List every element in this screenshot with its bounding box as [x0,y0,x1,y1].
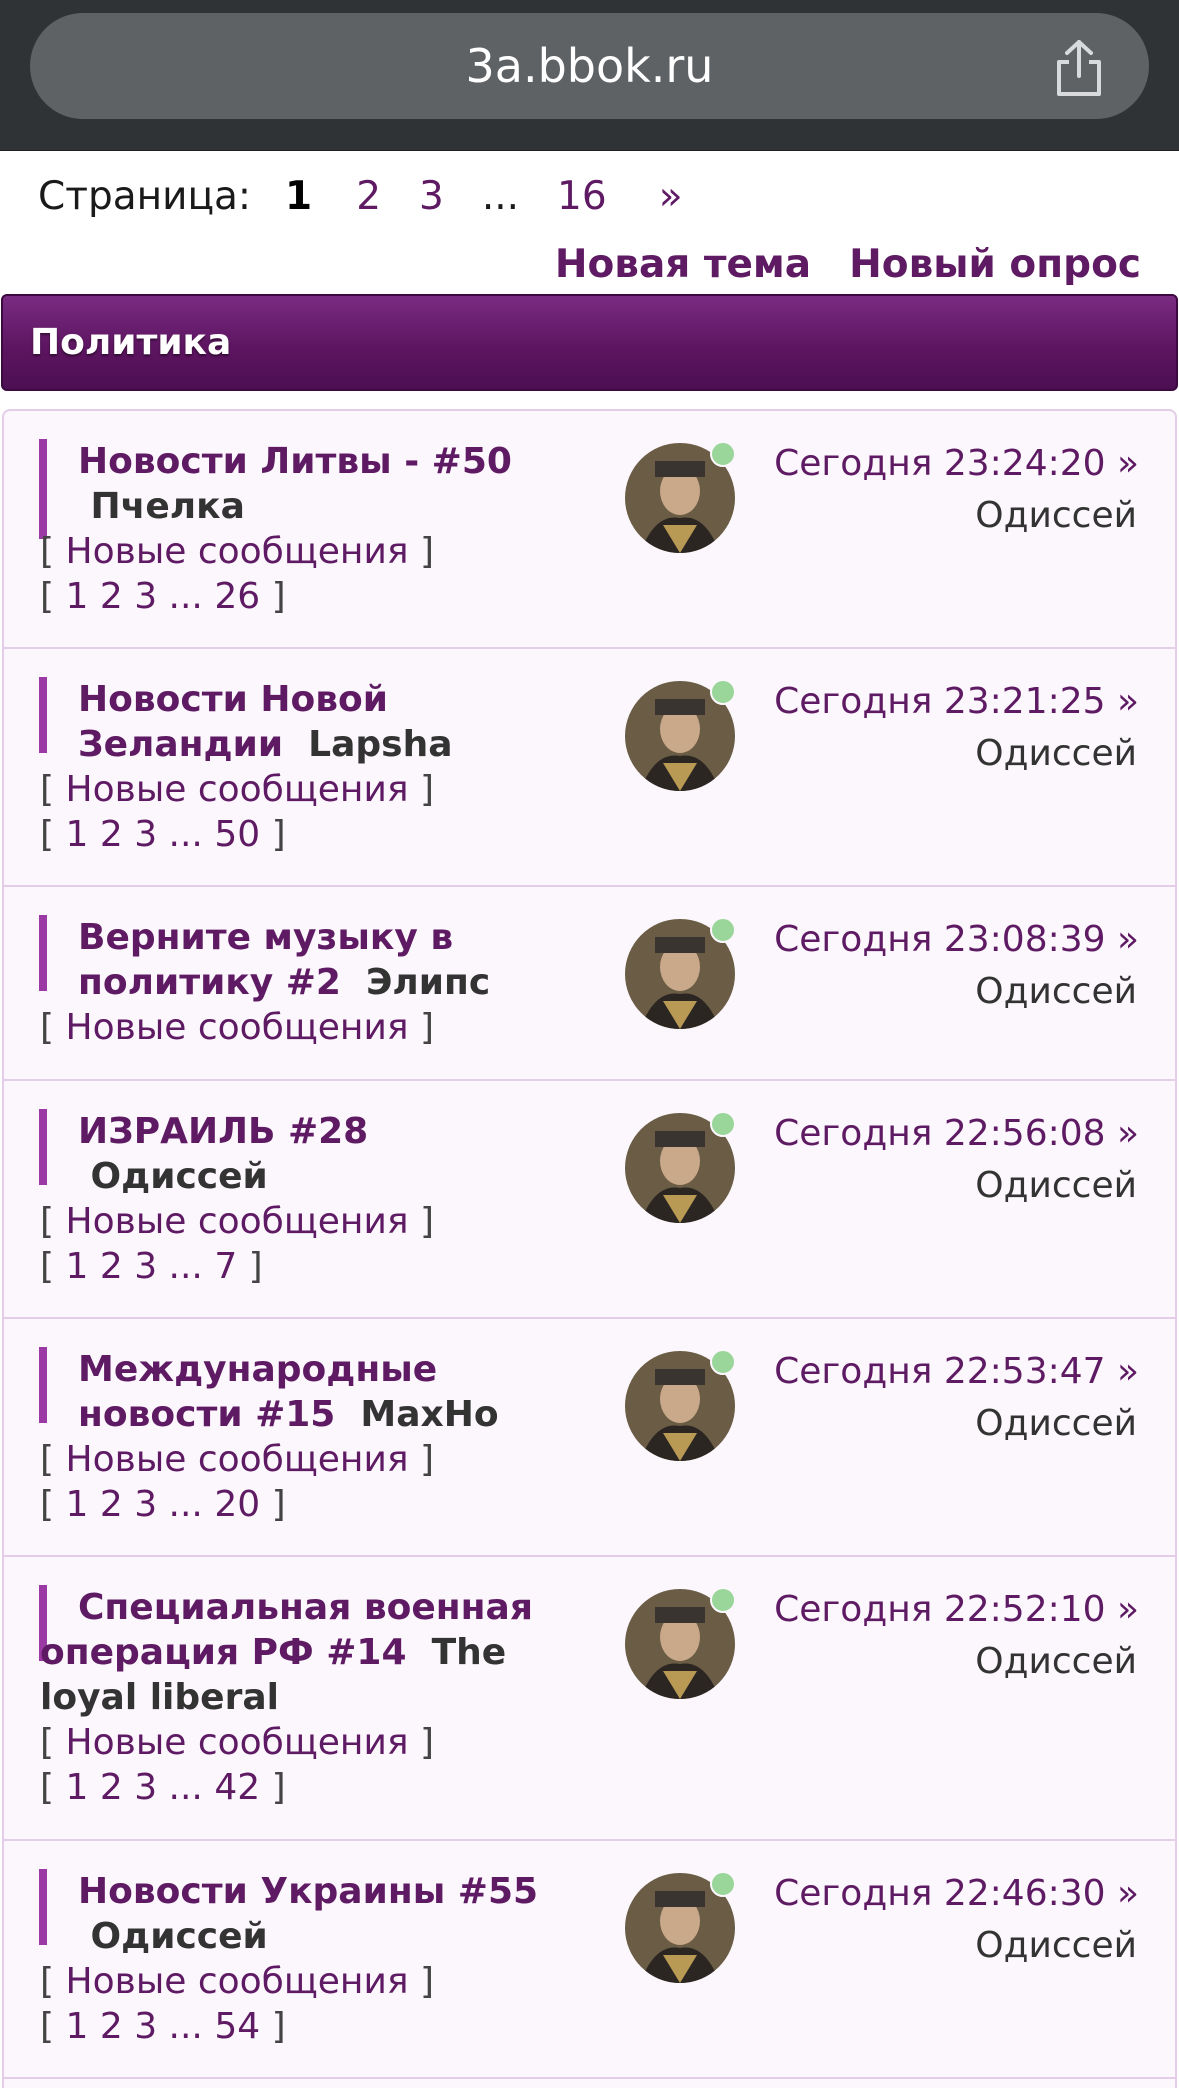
topic-page-links[interactable]: 1 2 3 ... 20 [66,1484,261,1525]
pagination-label: Страница: [38,173,252,219]
topic-row: Новости Новой Зеландии Lapsha [ Новые со… [4,649,1175,887]
online-indicator [710,441,736,467]
page-current: 1 [285,173,313,219]
topic-accent-bar [39,439,47,539]
topic-row: Специальная военная операция РФ #14 The … [4,1557,1175,1841]
last-post-user[interactable]: Одиссей [975,969,1137,1014]
new-messages-link[interactable]: Новые сообщения [66,1722,409,1763]
topic-pages: [ 1 2 3 ... 42 ] [40,1767,286,1808]
topic-title[interactable]: Новости Украины #55 Одиссей [78,1869,578,1959]
new-messages: [ Новые сообщения ] [40,1007,435,1048]
topic-row: Верните музыку в политику #2 Элипс [ Нов… [4,887,1175,1081]
new-messages-link[interactable]: Новые сообщения [66,531,409,572]
topic-author[interactable]: MaxHo [360,1394,498,1435]
topic-actions: Новая тема Новый опрос [555,234,1141,294]
topic-title[interactable]: ИЗРАИЛЬ #28 Одиссей [78,1109,578,1199]
topic-title[interactable]: Специальная военная операция РФ #14 The … [40,1585,580,1720]
last-post-user[interactable]: Одиссей [975,1923,1137,1968]
new-topic-link[interactable]: Новая тема [555,242,811,287]
page-link-last[interactable]: 16 [557,174,607,219]
topic-author[interactable]: Элипс [366,962,490,1003]
page-ellipsis: ... [481,173,520,219]
last-post-time[interactable]: Сегодня 22:56:08 » [774,1111,1139,1156]
last-post-time[interactable]: Сегодня 22:53:47 » [774,1349,1139,1394]
topic-author[interactable]: Одиссей [91,1156,268,1197]
forum-header: Политика [1,294,1178,391]
last-post-user[interactable]: Одиссей [975,1401,1137,1446]
new-messages: [ Новые сообщения ] [40,1722,435,1763]
topic-page-links[interactable]: 1 2 3 ... 54 [66,2006,261,2047]
topic-accent-bar [39,1869,47,1945]
new-messages-link[interactable]: Новые сообщения [66,769,409,810]
new-messages: [ Новые сообщения ] [40,1201,435,1242]
last-post-user[interactable]: Одиссей [975,493,1137,538]
online-indicator [710,1587,736,1613]
topic-pages: [ 1 2 3 ... 20 ] [40,1484,286,1525]
online-indicator [710,1111,736,1137]
new-messages: [ Новые сообщения ] [40,531,435,572]
share-icon[interactable] [1051,38,1107,98]
new-messages: [ Новые сообщения ] [40,1439,435,1480]
last-post-time[interactable]: Сегодня 23:24:20 » [774,441,1139,486]
last-post-user[interactable]: Одиссей [975,731,1137,776]
url-text[interactable]: 3a.bbok.ru [30,13,1149,119]
topic-page-links[interactable]: 1 2 3 ... 50 [66,814,261,855]
topic-pages: [ 1 2 3 ... 26 ] [40,576,286,617]
page-link-2[interactable]: 2 [356,174,381,219]
online-indicator [710,1871,736,1897]
last-post-time[interactable]: Сегодня 23:21:25 » [774,679,1139,724]
topic-page-links[interactable]: 1 2 3 ... 26 [66,576,261,617]
topic-row: Международные новости #15 MaxHo [ Новые … [4,1319,1175,1557]
last-post-user[interactable]: Одиссей [975,1639,1137,1684]
pagination: Страница: 1 2 3 ... 16 » [38,166,683,226]
topic-row: Новости Литвы - #50 Пчелка [ Новые сообщ… [4,411,1175,649]
topic-pages: [ 1 2 3 ... 54 ] [40,2006,286,2047]
page-link-3[interactable]: 3 [419,174,444,219]
topic-title[interactable]: Новости Новой Зеландии Lapsha [78,677,578,767]
topic-author[interactable]: Пчелка [91,486,245,527]
new-messages: [ Новые сообщения ] [40,1961,435,2002]
last-post-user[interactable]: Одиссей [975,1163,1137,1208]
online-indicator [710,679,736,705]
topic-accent-bar [39,915,47,991]
topic-title[interactable]: Верните музыку в политику #2 Элипс [78,915,578,1005]
online-indicator [710,1349,736,1375]
topic-page-links[interactable]: 1 2 3 ... 42 [66,1767,261,1808]
topic-title[interactable]: Международные новости #15 MaxHo [78,1347,578,1437]
topic-author[interactable]: Lapsha [308,724,452,765]
topic-author[interactable]: Одиссей [91,1916,268,1957]
new-messages-link[interactable]: Новые сообщения [66,1201,409,1242]
browser-toolbar: 3a.bbok.ru [0,0,1179,151]
topic-row: ИЗРАИЛЬ #28 Одиссей [ Новые сообщения ] … [4,1081,1175,1319]
topic-pages: [ 1 2 3 ... 50 ] [40,814,286,855]
last-post-time[interactable]: Сегодня 22:46:30 » [774,1871,1139,1916]
topic-list: Новости Литвы - #50 Пчелка [ Новые сообщ… [2,409,1177,2088]
last-post-time[interactable]: Сегодня 22:52:10 » [774,1587,1139,1632]
topic-accent-bar [39,677,47,753]
topic-pages: [ 1 2 3 ... 7 ] [40,1246,263,1287]
online-indicator [710,917,736,943]
forum-title: Политика [30,322,232,363]
topic-title[interactable]: Новости Литвы - #50 Пчелка [78,439,578,529]
address-bar[interactable]: 3a.bbok.ru [30,13,1149,119]
new-messages: [ Новые сообщения ] [40,769,435,810]
page-next[interactable]: » [659,174,683,219]
new-messages-link[interactable]: Новые сообщения [66,1007,409,1048]
new-messages-link[interactable]: Новые сообщения [66,1439,409,1480]
topic-row: Новости Украины #55 Одиссей [ Новые сооб… [4,1841,1175,2079]
topic-accent-bar [39,1347,47,1423]
topic-page-links[interactable]: 1 2 3 ... 7 [66,1246,238,1287]
last-post-time[interactable]: Сегодня 23:08:39 » [774,917,1139,962]
new-poll-link[interactable]: Новый опрос [849,242,1141,287]
topic-accent-bar [39,1109,47,1185]
new-messages-link[interactable]: Новые сообщения [66,1961,409,2002]
